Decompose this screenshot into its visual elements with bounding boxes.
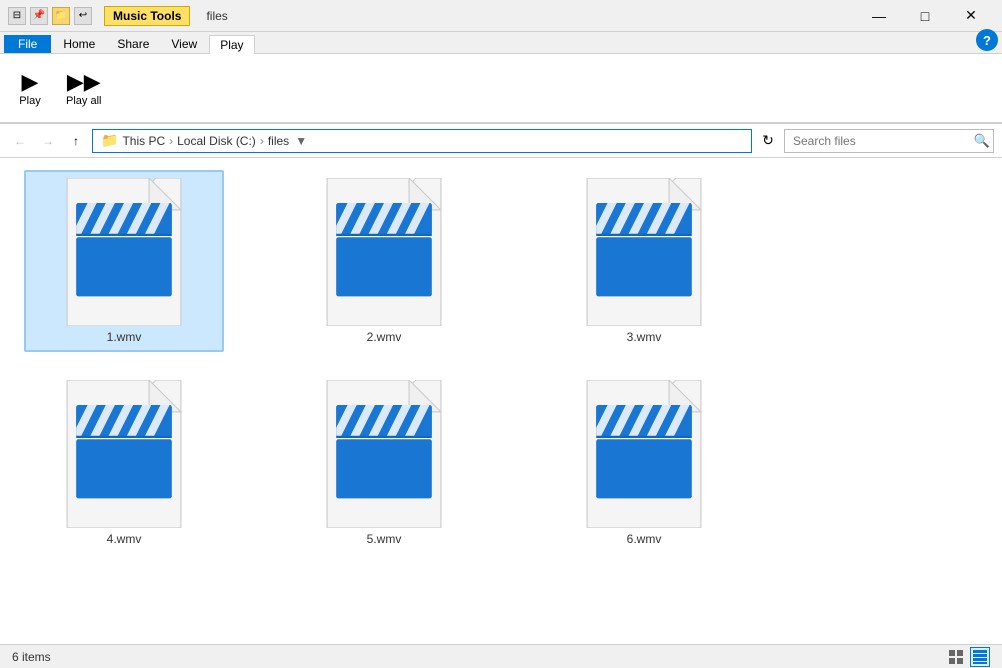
minimize-button[interactable]: — [856, 0, 902, 32]
file-item[interactable]: 4.wmv [24, 372, 224, 554]
refresh-button[interactable]: ↻ [756, 129, 780, 153]
file-label: 6.wmv [627, 532, 662, 546]
view-tab[interactable]: View [161, 35, 207, 53]
path-localdisk[interactable]: Local Disk (C:) [177, 134, 256, 148]
address-bar: ← → ↑ 📁 This PC › Local Disk (C:) › file… [0, 124, 1002, 158]
search-button[interactable]: 🔍 [974, 133, 990, 149]
file-tab[interactable]: File [4, 35, 51, 53]
play-tab[interactable]: Play [209, 35, 254, 54]
quick-access-icon[interactable]: 📌 [30, 7, 48, 25]
path-files[interactable]: files [268, 134, 289, 148]
title-controls: — □ ✕ [856, 0, 994, 32]
address-path[interactable]: 📁 This PC › Local Disk (C:) › files ▼ [92, 129, 752, 153]
wmv-file-icon [64, 178, 184, 326]
large-icons-icon [949, 650, 963, 664]
file-label: 5.wmv [367, 532, 402, 546]
status-right [946, 647, 990, 667]
title-bar-icons: ⊟ 📌 📁 ↩ [8, 7, 92, 25]
play-all-icon: ▶▶ [67, 69, 101, 95]
ribbon-tabs-row: File Home Share View Play ? [0, 32, 1002, 54]
search-input[interactable] [784, 129, 994, 153]
file-grid: 1.wmv 2.wmv [24, 170, 978, 554]
help-button[interactable]: ? [976, 29, 998, 51]
wmv-file-icon [324, 380, 444, 528]
back-button[interactable]: ← [8, 129, 32, 153]
forward-button[interactable]: → [36, 129, 60, 153]
wmv-file-icon [324, 178, 444, 326]
play-icon: ▶ [22, 69, 39, 95]
search-wrap: 🔍 [784, 129, 994, 153]
file-item[interactable]: 2.wmv [284, 170, 484, 352]
file-item[interactable]: 1.wmv [24, 170, 224, 352]
window-title: files [206, 9, 227, 23]
path-sep-1: › [169, 134, 173, 148]
file-label: 4.wmv [107, 532, 142, 546]
ribbon-buttons: ▶ Play ▶▶ Play all [8, 65, 109, 111]
home-tab[interactable]: Home [53, 35, 105, 53]
file-label: 2.wmv [367, 330, 402, 344]
folder-icon[interactable]: 📁 [52, 7, 70, 25]
title-bar: ⊟ 📌 📁 ↩ Music Tools files — □ ✕ [0, 0, 1002, 32]
path-dropdown-icon[interactable]: ▼ [293, 129, 309, 153]
share-tab[interactable]: Share [107, 35, 159, 53]
details-view-button[interactable] [970, 647, 990, 667]
wmv-file-icon [584, 380, 704, 528]
music-tools-tab-title: Music Tools [104, 6, 190, 26]
status-bar: 6 items [0, 644, 1002, 668]
file-label: 1.wmv [107, 330, 142, 344]
wmv-file-icon [64, 380, 184, 528]
ribbon-spacer [257, 49, 277, 53]
up-button[interactable]: ↑ [64, 129, 88, 153]
details-icon [973, 650, 987, 664]
path-sep-2: › [260, 134, 264, 148]
close-button[interactable]: ✕ [948, 0, 994, 32]
maximize-button[interactable]: □ [902, 0, 948, 32]
ribbon-content: ▶ Play ▶▶ Play all [0, 54, 1002, 124]
large-icons-view-button[interactable] [946, 647, 966, 667]
path-folder-icon: 📁 [101, 132, 118, 149]
file-area: 1.wmv 2.wmv [0, 158, 1002, 644]
system-menu-icon[interactable]: ⊟ [8, 7, 26, 25]
play-all-button[interactable]: ▶▶ Play all [58, 65, 109, 111]
file-item[interactable]: 6.wmv [544, 372, 744, 554]
play-button[interactable]: ▶ Play [8, 65, 52, 111]
undo-icon[interactable]: ↩ [74, 7, 92, 25]
item-count: 6 items [12, 650, 51, 664]
wmv-file-icon [584, 178, 704, 326]
file-label: 3.wmv [627, 330, 662, 344]
ribbon-tab-row: Music Tools files [104, 6, 228, 26]
file-item[interactable]: 5.wmv [284, 372, 484, 554]
path-thispc[interactable]: This PC [122, 134, 165, 148]
file-item[interactable]: 3.wmv [544, 170, 744, 352]
